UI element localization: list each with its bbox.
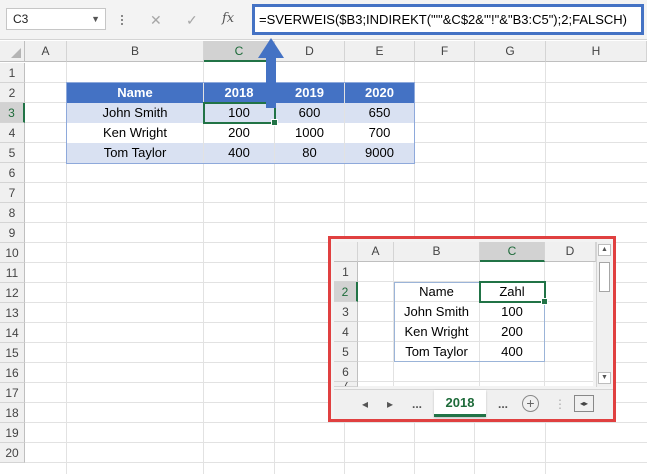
pointer-arrow-head bbox=[258, 38, 284, 58]
table-cell[interactable]: Ken Wright bbox=[67, 123, 203, 143]
table-cell[interactable]: 400 bbox=[204, 143, 274, 163]
tab-prev-icon[interactable]: ◂ bbox=[362, 396, 368, 412]
table-cell[interactable]: 200 bbox=[204, 123, 274, 143]
inset-row-header-3[interactable]: 3 bbox=[334, 302, 358, 322]
table-header-2018[interactable]: 2018 bbox=[204, 83, 274, 103]
inset-row-header-1[interactable]: 1 bbox=[334, 262, 358, 282]
tab-split-icon[interactable]: ◂▸ bbox=[574, 395, 594, 412]
inset-table-cell[interactable]: John Smith bbox=[394, 302, 479, 322]
row-header-1[interactable]: 1 bbox=[0, 63, 25, 83]
inset-select-all[interactable] bbox=[334, 242, 358, 262]
inset-table-cell[interactable]: 100 bbox=[480, 302, 544, 322]
inset-table-cell[interactable]: 200 bbox=[480, 322, 544, 342]
table-cell[interactable]: John Smith bbox=[67, 103, 203, 123]
inset-table-cell[interactable]: Tom Taylor bbox=[394, 342, 479, 362]
cancel-icon[interactable]: ✕ bbox=[150, 12, 162, 28]
tab-more-right[interactable]: ... bbox=[498, 396, 508, 412]
row-header-6[interactable]: 6 bbox=[0, 163, 25, 183]
table-cell[interactable]: Tom Taylor bbox=[67, 143, 203, 163]
row-header-11[interactable]: 11 bbox=[0, 263, 25, 283]
row-header-4[interactable]: 4 bbox=[0, 123, 25, 143]
inset-row-header-6[interactable]: 6 bbox=[334, 362, 358, 382]
row-header-9[interactable]: 9 bbox=[0, 223, 25, 243]
inset-column-header-a[interactable]: A bbox=[358, 242, 394, 262]
tab-more-left[interactable]: ... bbox=[412, 396, 422, 412]
scroll-thumb[interactable] bbox=[599, 262, 610, 292]
column-header-h[interactable]: H bbox=[546, 41, 647, 62]
tab-next-icon[interactable]: ▸ bbox=[387, 396, 393, 412]
table-cell[interactable]: 700 bbox=[345, 123, 414, 143]
inset-table-header-name[interactable]: Name bbox=[394, 282, 479, 302]
table-cell[interactable]: 650 bbox=[345, 103, 414, 123]
row-header-15[interactable]: 15 bbox=[0, 343, 25, 363]
row-header-2[interactable]: 2 bbox=[0, 83, 25, 103]
scroll-down-icon[interactable]: ▼ bbox=[598, 372, 611, 384]
name-box-value: C3 bbox=[13, 12, 29, 26]
row-header-10[interactable]: 10 bbox=[0, 243, 25, 263]
inset-grid: Name Zahl John Smith 100 Ken Wright 200 … bbox=[358, 262, 593, 386]
table-cell[interactable]: 9000 bbox=[345, 143, 414, 163]
table-header-2019[interactable]: 2019 bbox=[275, 83, 344, 103]
formula-input[interactable]: =SVERWEIS($B3;INDIREKT("'"&C$2&"'!"&"B3:… bbox=[252, 4, 644, 35]
column-header-g[interactable]: G bbox=[475, 41, 546, 62]
column-header-e[interactable]: E bbox=[345, 41, 415, 62]
insert-function-icon[interactable]: fx bbox=[222, 11, 234, 26]
table-header-name[interactable]: Name bbox=[67, 83, 203, 103]
inset-column-header-b[interactable]: B bbox=[394, 242, 480, 262]
inset-row-header-2[interactable]: 2 bbox=[334, 282, 358, 302]
vertical-scrollbar[interactable]: ▲ ▼ bbox=[596, 242, 612, 387]
sheet-tab-bar: ◂ ▸ ... 2018 ... + ⋮ ◂▸ bbox=[334, 389, 613, 419]
table-header-2020[interactable]: 2020 bbox=[345, 83, 414, 103]
inset-column-header-c[interactable]: C bbox=[480, 242, 545, 262]
inset-row-header-4[interactable]: 4 bbox=[334, 322, 358, 342]
table-cell[interactable]: 600 bbox=[275, 103, 344, 123]
row-header-19[interactable]: 19 bbox=[0, 423, 25, 443]
add-sheet-icon[interactable]: + bbox=[522, 395, 539, 412]
inset-row-header-5[interactable]: 5 bbox=[334, 342, 358, 362]
inset-table-cell[interactable]: Ken Wright bbox=[394, 322, 479, 342]
inset-active-cell[interactable] bbox=[479, 281, 548, 305]
inset-row-header-7[interactable]: 7 bbox=[334, 382, 358, 387]
row-header-3[interactable]: 3 bbox=[0, 103, 25, 123]
row-header-8[interactable]: 8 bbox=[0, 203, 25, 223]
row-header-5[interactable]: 5 bbox=[0, 143, 25, 163]
column-header-a[interactable]: A bbox=[25, 41, 67, 62]
column-header-d[interactable]: D bbox=[275, 41, 345, 62]
inset-column-header-d[interactable]: D bbox=[545, 242, 596, 262]
scroll-up-icon[interactable]: ▲ bbox=[598, 244, 611, 256]
row-header-16[interactable]: 16 bbox=[0, 363, 25, 383]
column-header-b[interactable]: B bbox=[67, 41, 204, 62]
row-header-14[interactable]: 14 bbox=[0, 323, 25, 343]
tab-divider-dots: ⋮ bbox=[554, 397, 566, 411]
row-header-20[interactable]: 20 bbox=[0, 443, 25, 463]
row-header-7[interactable]: 7 bbox=[0, 183, 25, 203]
row-header-18[interactable]: 18 bbox=[0, 403, 25, 423]
enter-icon[interactable]: ✓ bbox=[186, 12, 198, 28]
drag-handle-icon[interactable] bbox=[117, 13, 127, 27]
table-cell[interactable]: 80 bbox=[275, 143, 344, 163]
row-header-12[interactable]: 12 bbox=[0, 283, 25, 303]
pointer-arrow bbox=[266, 56, 276, 108]
column-header-f[interactable]: F bbox=[415, 41, 475, 62]
row-header-17[interactable]: 17 bbox=[0, 383, 25, 403]
table-cell[interactable]: 1000 bbox=[275, 123, 344, 143]
chevron-down-icon[interactable]: ▼ bbox=[91, 9, 100, 29]
formula-bar: C3 ▼ ✕ ✓ fx =SVERWEIS($B3;INDIREKT("'"&C… bbox=[0, 0, 647, 40]
name-box[interactable]: C3 ▼ bbox=[6, 8, 106, 30]
row-header-13[interactable]: 13 bbox=[0, 303, 25, 323]
inset-table-cell[interactable]: 400 bbox=[480, 342, 544, 362]
select-all-button[interactable] bbox=[0, 41, 25, 62]
tab-2018[interactable]: 2018 bbox=[434, 390, 486, 417]
sheet-2018-preview: A B C D 1 2 3 4 5 6 7 Name Zahl John Smi… bbox=[328, 236, 616, 422]
